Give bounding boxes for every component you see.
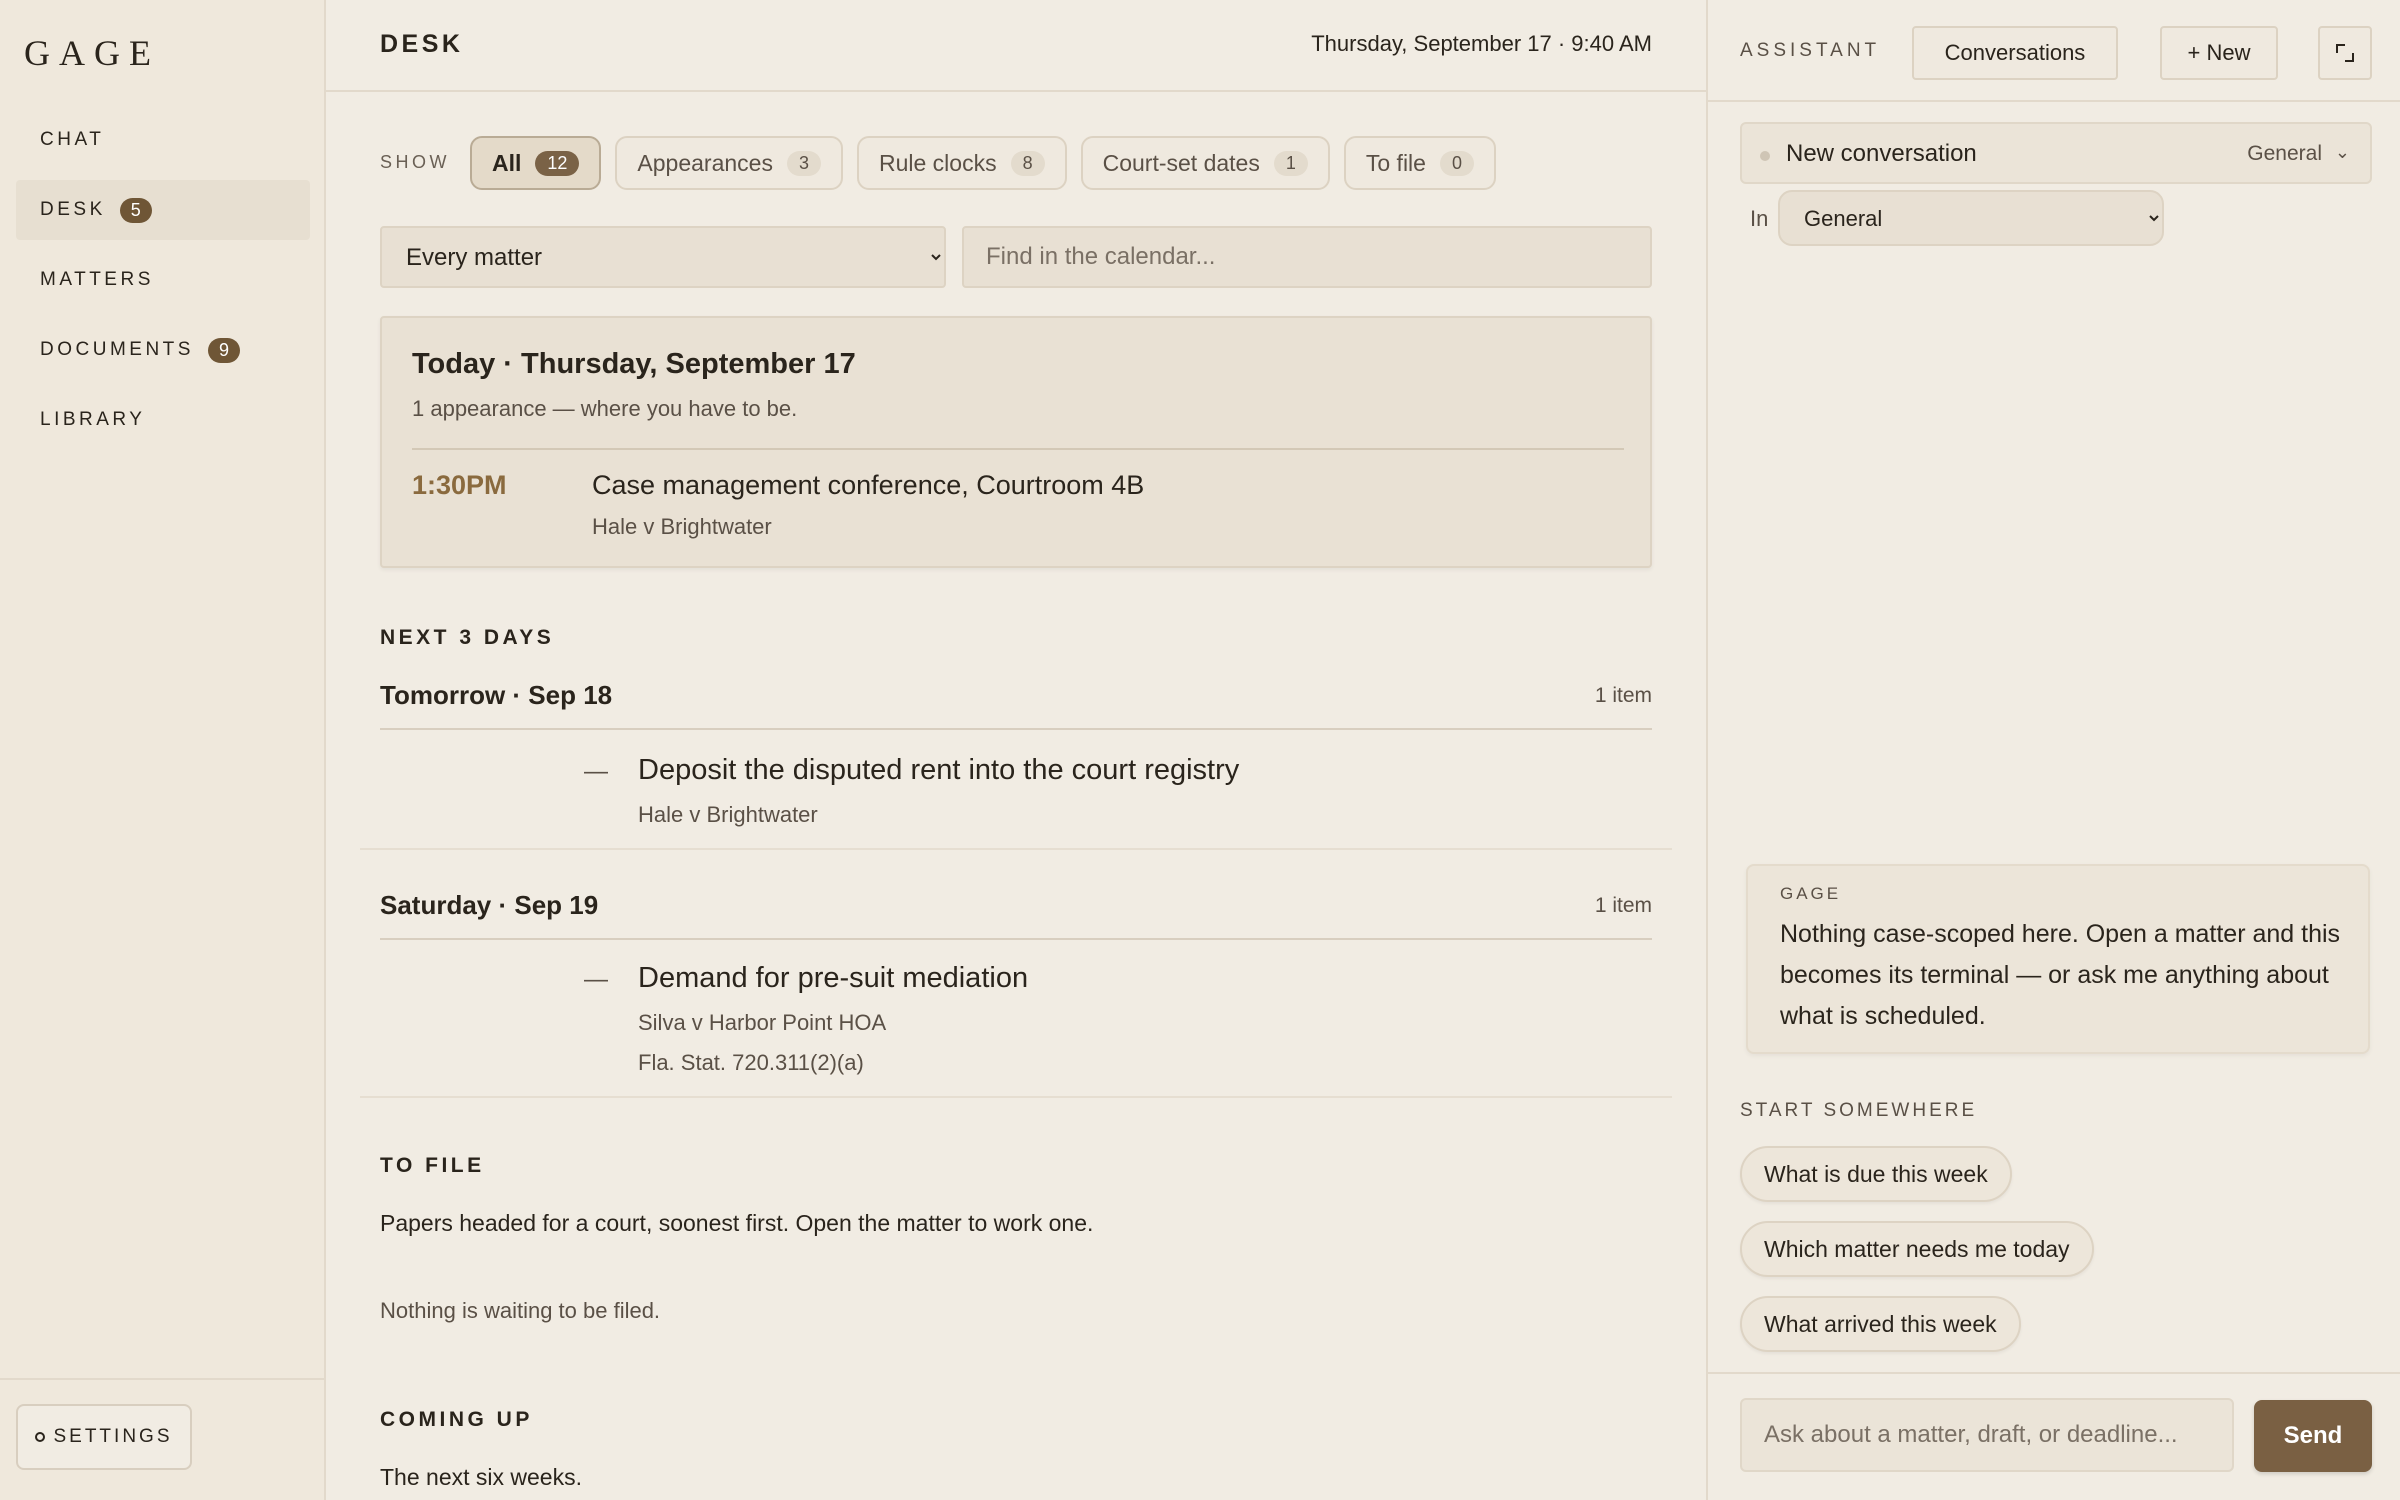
assistant-panel: ASSISTANT Conversations + New New conver…	[1706, 0, 2400, 1500]
scope-select[interactable]: General	[1778, 190, 2164, 246]
conversation-selector[interactable]: New conversation General ⌄	[1740, 122, 2372, 184]
filter-chip-to-file[interactable]: To file 0	[1343, 136, 1496, 190]
deadline-matter: Silva v Harbor Point HOA	[638, 1010, 887, 1035]
chip-label: All	[492, 149, 522, 176]
deadline-item[interactable]: — Deposit the disputed rent into the cou…	[360, 730, 1672, 850]
sidebar-item-library[interactable]: LIBRARY	[16, 390, 310, 450]
deadline-title: Deposit the disputed rent into the court…	[638, 754, 1240, 786]
filter-chip-appearances[interactable]: Appearances 3	[615, 136, 843, 190]
sidebar-item-label: CHAT	[40, 129, 105, 150]
sidebar-item-label: MATTERS	[40, 269, 154, 290]
dash-marker: —	[584, 966, 608, 993]
sidebar-item-desk[interactable]: DESK 5	[16, 180, 310, 240]
main-panel: DESK Thursday, September 17 · 9:40 AM SH…	[326, 0, 1706, 1500]
appointment-time: 1:30PM	[412, 470, 507, 500]
main-header: DESK Thursday, September 17 · 9:40 AM	[326, 0, 1706, 92]
to-file-description: Papers headed for a court, soonest first…	[380, 1210, 1094, 1236]
deadline-title: Demand for pre-suit mediation	[638, 962, 1029, 994]
sidebar-divider	[0, 1378, 324, 1380]
day-item-count: 1 item	[1594, 894, 1652, 917]
day-name: Tomorrow · Sep 18	[380, 680, 613, 710]
chip-count: 0	[1439, 150, 1474, 176]
to-file-empty-state: Nothing is waiting to be filed.	[380, 1298, 661, 1323]
filter-chip-court-set-dates[interactable]: Court-set dates 1	[1080, 136, 1330, 190]
chip-label: To file	[1365, 149, 1426, 176]
day-header: Saturday · Sep 19 1 item	[380, 890, 1652, 940]
chip-label: Rule clocks	[878, 149, 997, 176]
filter-chip-all[interactable]: All 12	[470, 136, 602, 190]
assistant-message: GAGE Nothing case-scoped here. Open a ma…	[1746, 864, 2370, 1054]
send-button[interactable]: Send	[2254, 1400, 2372, 1472]
sidebar-item-label: DOCUMENTS	[40, 339, 194, 360]
assistant-label: ASSISTANT	[1740, 40, 1881, 61]
matter-filter-select[interactable]: Every matter	[380, 226, 946, 288]
current-datetime: Thursday, September 17 · 9:40 AM	[1311, 31, 1652, 56]
today-subtitle: 1 appearance — where you have to be.	[412, 396, 798, 421]
gear-icon	[35, 1432, 46, 1442]
today-title: Today · Thursday, September 17	[412, 348, 856, 380]
next-days-label: NEXT 3 DAYS	[380, 626, 555, 649]
chip-count: 1	[1273, 150, 1308, 176]
message-author: GAGE	[1780, 884, 1842, 903]
sidebar-item-label: LIBRARY	[40, 409, 146, 430]
day-item-count: 1 item	[1594, 684, 1652, 707]
conversation-title: New conversation	[1786, 140, 1977, 167]
conversations-button[interactable]: Conversations	[1912, 26, 2118, 80]
sidebar: GAGE CHAT DESK 5 MATTERS DOCUMENTS 9 LIB…	[0, 0, 326, 1500]
deadline-citation: Fla. Stat. 720.311(2)(a)	[638, 1050, 864, 1075]
assistant-divider	[1708, 1372, 2400, 1374]
deadline-matter: Hale v Brightwater	[638, 802, 818, 827]
ask-input[interactable]	[1740, 1398, 2234, 1472]
coming-up-description: The next six weeks.	[380, 1464, 582, 1490]
settings-button[interactable]: SETTINGS	[16, 1404, 192, 1470]
filter-chips: All 12 Appearances 3 Rule clocks 8 Court…	[470, 136, 1496, 190]
settings-label: SETTINGS	[53, 1426, 173, 1447]
chip-label: Court-set dates	[1102, 149, 1260, 176]
suggestion-pill[interactable]: Which matter needs me today	[1740, 1221, 2094, 1277]
chip-count: 8	[1010, 150, 1045, 176]
chip-count: 3	[786, 150, 821, 176]
sidebar-item-chat[interactable]: CHAT	[16, 110, 310, 170]
appointment-title[interactable]: Case management conference, Courtroom 4B	[592, 470, 1144, 501]
suggestion-pill[interactable]: What arrived this week	[1740, 1296, 2021, 1352]
coming-up-label: COMING UP	[380, 1408, 533, 1431]
start-somewhere-label: START SOMEWHERE	[1740, 1100, 1978, 1121]
appointment-matter: Hale v Brightwater	[592, 514, 772, 539]
app-logo[interactable]: GAGE	[24, 32, 160, 74]
calendar-search-input[interactable]	[962, 226, 1652, 288]
show-label: SHOW	[380, 152, 450, 172]
assistant-header: ASSISTANT Conversations + New	[1708, 0, 2400, 102]
today-divider	[412, 448, 1624, 450]
conversation-scope: General	[2247, 142, 2322, 165]
message-text: Nothing case-scoped here. Open a matter …	[1780, 920, 2341, 1030]
sidebar-item-documents[interactable]: DOCUMENTS 9	[16, 320, 310, 380]
new-conversation-button[interactable]: + New	[2160, 26, 2278, 80]
today-card: Today · Thursday, September 17 1 appeara…	[380, 316, 1652, 568]
deadline-item[interactable]: — Demand for pre-suit mediation Silva v …	[360, 938, 1672, 1098]
to-file-label: TO FILE	[380, 1154, 485, 1177]
status-dot-icon	[1760, 151, 1770, 161]
expand-icon	[2336, 44, 2345, 53]
chip-count: 12	[535, 150, 580, 176]
chip-label: Appearances	[637, 149, 773, 176]
chevron-down-icon: ⌄	[2334, 142, 2350, 162]
sidebar-item-matters[interactable]: MATTERS	[16, 250, 310, 310]
filter-chip-rule-clocks[interactable]: Rule clocks 8	[856, 136, 1067, 190]
desk-count-badge: 5	[119, 197, 152, 223]
day-name: Saturday · Sep 19	[380, 890, 599, 920]
sidebar-item-label: DESK	[40, 199, 106, 220]
day-header: Tomorrow · Sep 18 1 item	[380, 680, 1652, 730]
page-title: DESK	[380, 30, 464, 58]
scope-in-label: In	[1750, 206, 1769, 231]
expand-icon	[2345, 53, 2354, 62]
suggestion-pill[interactable]: What is due this week	[1740, 1146, 2012, 1202]
documents-count-badge: 9	[207, 337, 240, 363]
expand-button[interactable]	[2318, 26, 2372, 80]
dash-marker: —	[584, 758, 608, 785]
